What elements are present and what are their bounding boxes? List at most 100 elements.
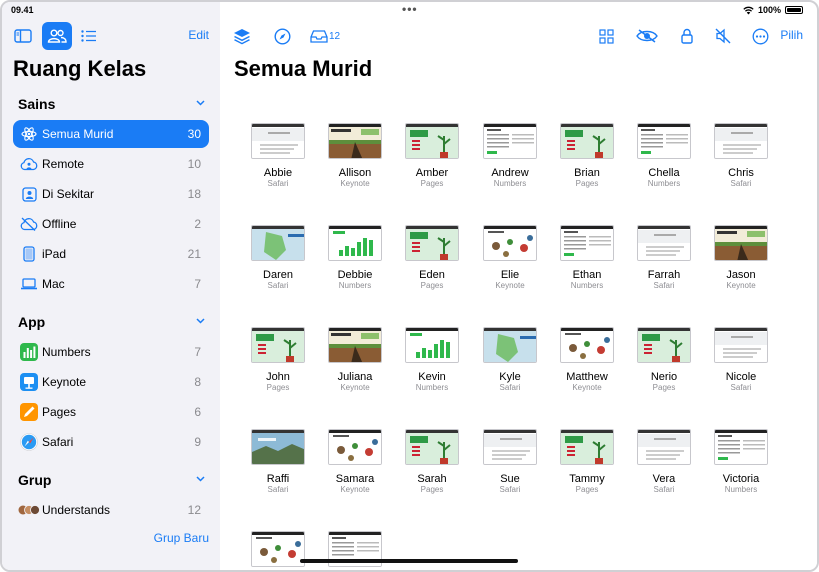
section-header-app[interactable]: App (2, 312, 220, 334)
sidebar-item-offline[interactable]: Offline 2 (13, 210, 209, 238)
student-tile[interactable]: Elie Keynote (475, 225, 545, 291)
list-view-icon[interactable] (74, 22, 104, 50)
screen-thumbnail[interactable] (637, 327, 691, 363)
screen-thumbnail[interactable] (251, 531, 305, 567)
people-view-icon[interactable] (42, 22, 72, 50)
screen-thumbnail[interactable] (405, 429, 459, 465)
chevron-down-icon[interactable] (195, 315, 206, 326)
student-tile[interactable]: Daren Safari (243, 225, 313, 291)
mute-icon[interactable] (711, 24, 735, 48)
student-tile[interactable]: Jason Keynote (706, 225, 776, 291)
student-tile[interactable] (243, 531, 313, 570)
screen-thumbnail[interactable] (251, 327, 305, 363)
student-name: Brian (574, 167, 600, 179)
screen-thumbnail[interactable] (560, 225, 614, 261)
status-right: 100% (743, 5, 803, 15)
student-tile[interactable]: Kyle Safari (475, 327, 545, 393)
student-tile[interactable]: John Pages (243, 327, 313, 393)
layers-icon[interactable] (230, 24, 254, 48)
screen-thumbnail[interactable] (560, 123, 614, 159)
sidebar-item-remote[interactable]: Remote 10 (13, 150, 209, 178)
screen-thumbnail[interactable] (714, 123, 768, 159)
screen-thumbnail[interactable] (714, 327, 768, 363)
screen-thumbnail[interactable] (251, 123, 305, 159)
student-tile[interactable]: Ethan Numbers (552, 225, 622, 291)
student-tile[interactable]: Victoria Numbers (706, 429, 776, 495)
student-tile[interactable]: Nerio Pages (629, 327, 699, 393)
screen-thumbnail[interactable] (483, 327, 537, 363)
sidebar-item-numbers[interactable]: Numbers 7 (13, 338, 209, 366)
student-tile[interactable]: Amber Pages (397, 123, 467, 189)
section-header-grup[interactable]: Grup (2, 470, 220, 492)
student-tile[interactable] (320, 531, 390, 570)
screen-thumbnail[interactable] (405, 123, 459, 159)
screen-thumbnail[interactable] (251, 225, 305, 261)
sidebar-item-ipad[interactable]: iPad 21 (13, 240, 209, 268)
compass-icon[interactable] (270, 24, 294, 48)
chevron-down-icon[interactable] (195, 97, 206, 108)
student-tile[interactable]: Raffi Safari (243, 429, 313, 495)
student-tile[interactable]: Allison Keynote (320, 123, 390, 189)
student-tile[interactable]: Nicole Safari (706, 327, 776, 393)
screen-thumbnail[interactable] (328, 123, 382, 159)
sidebar-item-mac[interactable]: Mac 7 (13, 270, 209, 298)
sidebar-item-count: 30 (187, 127, 201, 141)
screen-thumbnail[interactable] (483, 123, 537, 159)
student-tile[interactable]: Andrew Numbers (475, 123, 545, 189)
student-tile[interactable]: Abbie Safari (243, 123, 313, 189)
multitasking-dots-icon[interactable]: ••• (402, 2, 418, 16)
screen-thumbnail[interactable] (483, 225, 537, 261)
inbox-button[interactable]: 12 (310, 24, 350, 48)
student-tile[interactable]: Farrah Safari (629, 225, 699, 291)
sidebar-toggle-icon[interactable] (8, 22, 38, 50)
sidebar-item-keynote[interactable]: Keynote 8 (13, 368, 209, 396)
student-app: Safari (653, 485, 675, 494)
screen-thumbnail[interactable] (560, 429, 614, 465)
student-tile[interactable]: Juliana Keynote (320, 327, 390, 393)
screen-thumbnail[interactable] (328, 225, 382, 261)
sidebar-item-semua-murid[interactable]: Semua Murid 30 (13, 120, 209, 148)
screen-thumbnail[interactable] (483, 429, 537, 465)
chevron-down-icon[interactable] (195, 473, 206, 484)
student-tile[interactable]: Chella Numbers (629, 123, 699, 189)
home-indicator[interactable] (300, 559, 518, 563)
screen-thumbnail[interactable] (328, 429, 382, 465)
grid-view-icon[interactable] (594, 24, 618, 48)
screen-thumbnail[interactable] (637, 225, 691, 261)
new-group-button[interactable]: Grup Baru (154, 531, 209, 545)
sidebar-item-di-sekitar[interactable]: Di Sekitar 18 (13, 180, 209, 208)
student-tile[interactable]: Sarah Pages (397, 429, 467, 495)
student-tile[interactable]: Debbie Numbers (320, 225, 390, 291)
student-tile[interactable]: Kevin Numbers (397, 327, 467, 393)
student-tile[interactable]: Sue Safari (475, 429, 545, 495)
student-tile[interactable]: Samara Keynote (320, 429, 390, 495)
student-tile[interactable]: Matthew Keynote (552, 327, 622, 393)
screen-thumbnail[interactable] (405, 225, 459, 261)
sidebar-item-understands[interactable]: Understands 12 (13, 496, 209, 524)
student-app: Pages (575, 485, 599, 494)
screen-thumbnail[interactable] (560, 327, 614, 363)
student-tile[interactable]: Brian Pages (552, 123, 622, 189)
screen-thumbnail[interactable] (328, 327, 382, 363)
student-tile[interactable]: Eden Pages (397, 225, 467, 291)
edit-button[interactable]: Edit (188, 28, 209, 42)
eye-slash-icon[interactable] (634, 24, 660, 48)
screen-thumbnail[interactable] (251, 429, 305, 465)
screen-thumbnail[interactable] (714, 429, 768, 465)
more-icon[interactable] (748, 24, 772, 48)
student-tile[interactable]: Tammy Pages (552, 429, 622, 495)
safari-app-icon (15, 428, 43, 456)
screen-thumbnail[interactable] (714, 225, 768, 261)
screen-thumbnail[interactable] (637, 429, 691, 465)
student-app: Numbers (647, 179, 681, 188)
lock-icon[interactable] (675, 24, 699, 48)
screen-thumbnail[interactable] (637, 123, 691, 159)
select-button[interactable]: Pilih (780, 28, 803, 42)
sidebar-item-safari[interactable]: Safari 9 (13, 428, 209, 456)
student-tile[interactable]: Chris Safari (706, 123, 776, 189)
student-tile[interactable]: Vera Safari (629, 429, 699, 495)
sidebar-item-pages[interactable]: Pages 6 (13, 398, 209, 426)
student-app: Pages (420, 179, 444, 188)
section-header-sains[interactable]: Sains (2, 94, 220, 116)
screen-thumbnail[interactable] (405, 327, 459, 363)
